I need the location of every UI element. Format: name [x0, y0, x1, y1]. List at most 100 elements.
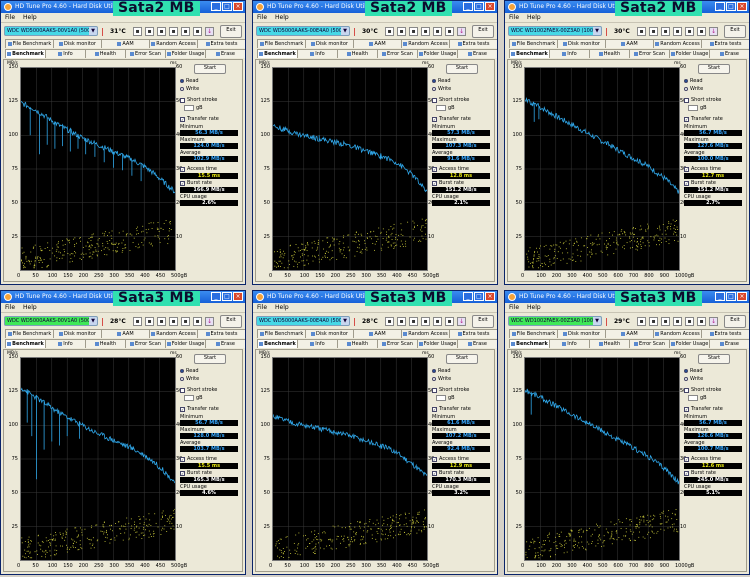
write-radio[interactable]: Write: [180, 85, 238, 93]
short-stroke-checkbox[interactable]: Short stroke: [432, 386, 490, 394]
menu-help[interactable]: Help: [275, 303, 289, 312]
tab-error-scan[interactable]: Error Scan: [125, 339, 166, 348]
stepper-input[interactable]: [436, 395, 446, 401]
write-radio[interactable]: Write: [432, 85, 490, 93]
tab-random-access[interactable]: Random Access: [401, 329, 450, 338]
start-button[interactable]: Start: [446, 354, 478, 364]
stepper-input[interactable]: [436, 105, 446, 111]
maximize-button[interactable]: □: [474, 2, 484, 11]
stepper-input[interactable]: [184, 395, 194, 401]
menu-file[interactable]: File: [509, 13, 519, 22]
info-icon[interactable]: ▪: [685, 26, 694, 36]
tab-folder-usage[interactable]: Folder Usage: [669, 49, 710, 58]
tab-error-scan[interactable]: Error Scan: [125, 49, 166, 58]
options-icon[interactable]: ▪: [673, 26, 682, 36]
burst-rate-checkbox[interactable]: ✓ Burst rate: [180, 179, 238, 187]
short-stroke-checkbox[interactable]: Short stroke: [684, 96, 742, 104]
download-icon[interactable]: ↓: [205, 316, 214, 326]
copy-text-icon[interactable]: ▪: [649, 316, 658, 326]
copy-text-icon[interactable]: ▪: [145, 316, 154, 326]
tab-info[interactable]: Info: [297, 49, 338, 58]
drive-select[interactable]: WDC WD5000AAKS-00E4A0 (500 gB) ▼: [256, 26, 350, 36]
tab-info[interactable]: Info: [549, 49, 590, 58]
tab-random-access[interactable]: Random Access: [149, 329, 198, 338]
tab-disk-monitor[interactable]: Disk monitor: [53, 39, 102, 48]
save-icon[interactable]: ▪: [697, 26, 706, 36]
tab-erase[interactable]: Erase: [457, 339, 497, 348]
tab-aam[interactable]: AAM: [101, 39, 150, 48]
drive-select[interactable]: WDC WD5000AAKS-00E4A0 (500 gB) ▼: [256, 316, 350, 326]
short-stroke-checkbox[interactable]: Short stroke: [180, 386, 238, 394]
maximize-button[interactable]: □: [474, 292, 484, 301]
minimize-button[interactable]: _: [715, 292, 725, 301]
options-icon[interactable]: ▪: [169, 316, 178, 326]
screenshot-icon[interactable]: ▪: [409, 26, 418, 36]
screenshot-icon[interactable]: ▪: [409, 316, 418, 326]
copy-icon[interactable]: ▪: [385, 26, 394, 36]
copy-text-icon[interactable]: ▪: [145, 26, 154, 36]
tab-info[interactable]: Info: [45, 49, 86, 58]
tab-error-scan[interactable]: Error Scan: [377, 49, 418, 58]
minimize-button[interactable]: _: [211, 292, 221, 301]
menu-file[interactable]: File: [509, 303, 519, 312]
access-time-checkbox[interactable]: ✓ Access time: [432, 455, 490, 463]
tab-extra-tests[interactable]: Extra tests: [701, 329, 749, 338]
copy-icon[interactable]: ▪: [133, 316, 142, 326]
maximize-button[interactable]: □: [726, 2, 736, 11]
download-icon[interactable]: ↓: [709, 26, 718, 36]
tab-benchmark[interactable]: Benchmark: [257, 49, 298, 58]
maximize-button[interactable]: □: [222, 2, 232, 11]
tab-health[interactable]: Health: [85, 339, 126, 348]
minimize-button[interactable]: _: [463, 292, 473, 301]
info-icon[interactable]: ▪: [685, 316, 694, 326]
start-button[interactable]: Start: [698, 64, 730, 74]
stepper-input[interactable]: [688, 395, 698, 401]
tab-info[interactable]: Info: [549, 339, 590, 348]
tab-benchmark[interactable]: Benchmark: [257, 339, 298, 348]
access-time-checkbox[interactable]: ✓ Access time: [684, 455, 742, 463]
start-button[interactable]: Start: [194, 354, 226, 364]
start-button[interactable]: Start: [446, 64, 478, 74]
exit-button[interactable]: Exit: [724, 24, 746, 38]
maximize-button[interactable]: □: [726, 292, 736, 301]
save-icon[interactable]: ▪: [697, 316, 706, 326]
tab-random-access[interactable]: Random Access: [401, 39, 450, 48]
close-button[interactable]: ×: [737, 2, 747, 11]
tab-file-benchmark[interactable]: File Benchmark: [5, 329, 54, 338]
tab-extra-tests[interactable]: Extra tests: [449, 329, 497, 338]
drive-select[interactable]: WDC WD1002FAEX-00Z3A0 (1000 gB) ▼: [508, 316, 602, 326]
tab-folder-usage[interactable]: Folder Usage: [669, 339, 710, 348]
close-button[interactable]: ×: [485, 292, 495, 301]
tab-benchmark[interactable]: Benchmark: [5, 49, 46, 58]
write-radio[interactable]: Write: [684, 85, 742, 93]
burst-rate-checkbox[interactable]: ✓ Burst rate: [684, 179, 742, 187]
copy-icon[interactable]: ▪: [133, 26, 142, 36]
info-icon[interactable]: ▪: [433, 316, 442, 326]
transfer-rate-checkbox[interactable]: ✓ Transfer rate: [684, 115, 742, 123]
drive-select[interactable]: WDC WD1002FAEX-00Z3A0 (1000 gB) ▼: [508, 26, 602, 36]
access-time-checkbox[interactable]: ✓ Access time: [684, 165, 742, 173]
tab-folder-usage[interactable]: Folder Usage: [165, 339, 206, 348]
tab-file-benchmark[interactable]: File Benchmark: [257, 329, 306, 338]
copy-text-icon[interactable]: ▪: [649, 26, 658, 36]
close-button[interactable]: ×: [233, 2, 243, 11]
exit-button[interactable]: Exit: [724, 314, 746, 328]
tab-erase[interactable]: Erase: [709, 49, 749, 58]
tab-random-access[interactable]: Random Access: [653, 39, 702, 48]
options-icon[interactable]: ▪: [421, 26, 430, 36]
close-button[interactable]: ×: [737, 292, 747, 301]
minimize-button[interactable]: _: [211, 2, 221, 11]
write-radio[interactable]: Write: [432, 375, 490, 383]
copy-icon[interactable]: ▪: [385, 316, 394, 326]
tab-file-benchmark[interactable]: File Benchmark: [257, 39, 306, 48]
tab-info[interactable]: Info: [297, 339, 338, 348]
tab-error-scan[interactable]: Error Scan: [377, 339, 418, 348]
tab-aam[interactable]: AAM: [605, 39, 654, 48]
close-button[interactable]: ×: [485, 2, 495, 11]
info-icon[interactable]: ▪: [181, 26, 190, 36]
tab-health[interactable]: Health: [589, 49, 630, 58]
screenshot-icon[interactable]: ▪: [157, 26, 166, 36]
save-icon[interactable]: ▪: [445, 316, 454, 326]
tab-disk-monitor[interactable]: Disk monitor: [53, 329, 102, 338]
tab-file-benchmark[interactable]: File Benchmark: [509, 39, 558, 48]
